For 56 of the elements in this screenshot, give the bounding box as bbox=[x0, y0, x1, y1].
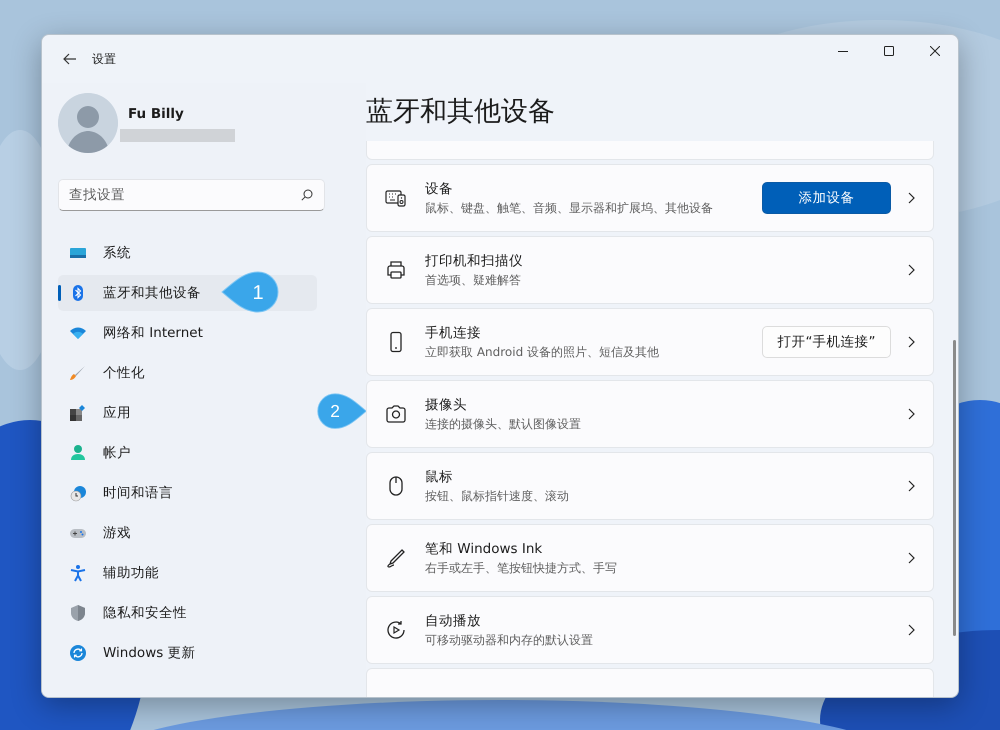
nav-item[interactable]: 辅助功能 bbox=[58, 555, 317, 591]
camera-icon bbox=[385, 403, 407, 425]
card-description: 连接的摄像头、默认图像设置 bbox=[425, 416, 582, 434]
nav-item[interactable]: 个性化 bbox=[58, 355, 317, 391]
card-title: 自动播放 bbox=[425, 612, 482, 631]
settings-card[interactable]: 手机连接 立即获取 Android 设备的照片、短信及其他 打开“手机连接” bbox=[366, 308, 934, 376]
step-callout: 2 bbox=[316, 392, 368, 432]
card-description: 立即获取 Android 设备的照片、短信及其他 bbox=[425, 344, 660, 362]
person-icon bbox=[69, 444, 87, 462]
search-field[interactable]: 查找设置 bbox=[58, 179, 325, 211]
card-description: 首选项、疑难解答 bbox=[425, 272, 522, 290]
settings-card[interactable]: 自动播放 可移动驱动器和内存的默认设置 bbox=[366, 596, 934, 664]
nav-item[interactable]: 应用 bbox=[58, 395, 317, 431]
secondary-button[interactable]: 打开“手机连接” bbox=[762, 326, 891, 358]
nav-item[interactable]: Windows 更新 bbox=[58, 635, 317, 671]
autoplay-icon bbox=[385, 619, 407, 641]
settings-card[interactable]: 打印机和扫描仪 首选项、疑难解答 bbox=[366, 236, 934, 304]
card-description: 鼠标、键盘、触笔、音频、显示器和扩展坞、其他设备 bbox=[425, 200, 714, 218]
card-description: 右手或左手、笔按钮快捷方式、手写 bbox=[425, 560, 618, 578]
nav-item[interactable]: 系统 bbox=[58, 235, 317, 271]
close-icon bbox=[930, 46, 940, 56]
printer-icon bbox=[385, 259, 407, 281]
page-title: 蓝牙和其他设备 bbox=[366, 94, 556, 129]
brush-icon bbox=[69, 364, 87, 382]
scrollbar-thumb[interactable] bbox=[953, 340, 956, 636]
card-title: 笔和 Windows Ink bbox=[425, 540, 544, 559]
window-title: 设置 bbox=[92, 51, 116, 68]
accessibility-icon bbox=[69, 564, 87, 582]
maximize-icon bbox=[884, 46, 894, 56]
search-icon bbox=[301, 189, 313, 201]
apps-icon bbox=[69, 404, 87, 422]
nav-item[interactable]: 隐私和安全性 bbox=[58, 595, 317, 631]
settings-card[interactable]: 鼠标 按钮、鼠标指针速度、滚动 bbox=[366, 452, 934, 520]
nav-item[interactable]: 游戏 bbox=[58, 515, 317, 551]
card-description: 可移动驱动器和内存的默认设置 bbox=[425, 632, 594, 650]
clock-globe-icon bbox=[69, 484, 87, 502]
card-title: 鼠标 bbox=[425, 468, 454, 487]
card-description: 按钮、鼠标指针速度、滚动 bbox=[425, 488, 570, 506]
card-title: 设备 bbox=[425, 180, 454, 199]
back-arrow-icon bbox=[63, 53, 77, 65]
user-name: Fu Billy bbox=[128, 105, 185, 124]
nav-item[interactable]: 帐户 bbox=[58, 435, 317, 471]
card-title: 手机连接 bbox=[425, 324, 482, 343]
settings-card[interactable]: 摄像头 连接的摄像头、默认图像设置 bbox=[366, 380, 934, 448]
settings-card[interactable]: 设备 鼠标、键盘、触笔、音频、显示器和扩展坞、其他设备 添加设备 bbox=[366, 164, 934, 232]
sync-icon bbox=[69, 644, 87, 662]
pen-icon bbox=[385, 547, 407, 569]
primary-button[interactable]: 添加设备 bbox=[762, 182, 891, 214]
shield-icon bbox=[69, 604, 87, 622]
selection-indicator bbox=[58, 285, 61, 301]
card-title: 摄像头 bbox=[425, 396, 468, 415]
avatar[interactable] bbox=[58, 93, 118, 153]
nav-item[interactable]: 时间和语言 bbox=[58, 475, 317, 511]
settings-card[interactable]: 笔和 Windows Ink 右手或左手、笔按钮快捷方式、手写 bbox=[366, 524, 934, 592]
card-title: 打印机和扫描仪 bbox=[425, 252, 524, 271]
nav-item[interactable]: 网络和 Internet bbox=[58, 315, 317, 351]
